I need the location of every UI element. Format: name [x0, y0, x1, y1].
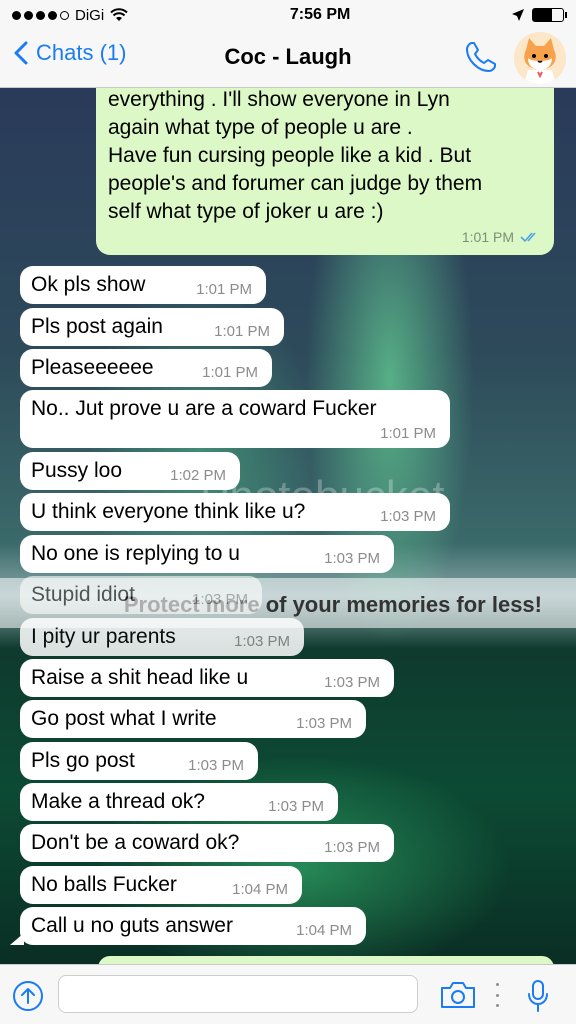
incoming-message[interactable]: Raise a shit head like u 1:03 PM	[20, 659, 394, 697]
message-line: again what type of people u are .	[108, 116, 413, 139]
outgoing-message[interactable]: everything . I'll show everyone in Lyn a…	[96, 88, 554, 255]
status-bar: DiGi 7:56 PM	[0, 0, 576, 30]
message-text: Pussy loo	[31, 459, 123, 482]
message-line: everything . I'll show everyone in Lyn	[108, 88, 450, 111]
cat-avatar-icon	[514, 32, 566, 84]
message-text: I pity ur parents	[31, 625, 176, 648]
message-meta: 1:01 PM	[462, 223, 540, 251]
battery-icon	[531, 8, 567, 22]
incoming-message[interactable]: U think everyone think like u? 1:03 PM	[20, 493, 450, 531]
outgoing-message-partial[interactable]	[98, 956, 554, 964]
message-time: 1:03 PM	[324, 839, 380, 856]
message-text: Pleaseeeeee	[31, 356, 154, 379]
message-time: 1:03 PM	[380, 508, 436, 525]
incoming-message[interactable]: Pls post again 1:01 PM	[20, 308, 284, 346]
message-text: No balls Fucker	[31, 873, 177, 896]
incoming-message[interactable]: Pleaseeeeee 1:01 PM	[20, 349, 272, 387]
back-label: Chats (1)	[36, 40, 127, 65]
message-line: people's and forumer can judge by them	[108, 172, 483, 195]
incoming-message[interactable]: Stupid idiot 1:03 PM	[20, 576, 262, 614]
camera-icon[interactable]	[440, 981, 476, 1009]
message-input[interactable]	[58, 975, 418, 1013]
message-time: 1:01 PM	[380, 425, 436, 442]
status-right	[511, 8, 567, 22]
incoming-message[interactable]: No one is replying to u 1:03 PM	[20, 535, 394, 573]
carrier-name: DiGi	[75, 6, 105, 24]
message-text: U think everyone think like u?	[31, 500, 306, 523]
message-text: Make a thread ok?	[31, 790, 205, 813]
message-time: 1:02 PM	[170, 467, 226, 484]
message-text: Stupid idiot	[31, 583, 135, 606]
message-text: Go post what I write	[31, 707, 217, 730]
read-ticks-icon	[520, 232, 536, 243]
battery-fill	[532, 9, 553, 21]
avatar[interactable]	[514, 32, 566, 84]
incoming-message[interactable]: Go post what I write 1:03 PM	[20, 700, 366, 738]
message-time: 1:01 PM	[461, 229, 514, 245]
back-chevron-icon	[14, 41, 28, 65]
message-text: Pls post again	[31, 315, 163, 338]
message-line: self what type of joker u are :)	[108, 200, 384, 223]
incoming-message[interactable]: Don't be a coward ok? 1:03 PM	[20, 824, 394, 862]
incoming-message[interactable]: Make a thread ok? 1:03 PM	[20, 783, 338, 821]
message-time: 1:03 PM	[296, 715, 352, 732]
nav-bar: Chats (1) Coc - Laugh	[0, 30, 576, 88]
message-time: 1:03 PM	[268, 798, 324, 815]
message-text: Ok pls show	[31, 273, 146, 296]
message-text: Pls go post	[31, 749, 135, 772]
message-time: 1:03 PM	[192, 591, 248, 608]
incoming-message[interactable]: Pls go post 1:03 PM	[20, 742, 258, 780]
message-text: Raise a shit head like u	[31, 666, 249, 689]
message-time: 1:01 PM	[196, 281, 252, 298]
message-time: 1:03 PM	[234, 633, 290, 650]
message-text: No.. Jut prove u are a coward Fucker	[31, 397, 377, 420]
microphone-icon[interactable]	[526, 979, 550, 1013]
input-bar	[0, 964, 576, 1024]
incoming-message[interactable]: Ok pls show 1:01 PM	[20, 266, 266, 304]
message-text: No one is replying to u	[31, 542, 240, 565]
message-time: 1:04 PM	[232, 881, 288, 898]
chat-area[interactable]: Photobucket everything . I'll show every…	[0, 88, 576, 964]
message-line: Have fun cursing people like a kid . But	[108, 144, 472, 167]
message-text: Don't be a coward ok?	[31, 831, 240, 854]
incoming-message[interactable]: Pussy loo 1:02 PM	[20, 452, 240, 490]
message-time: 1:04 PM	[296, 922, 352, 939]
more-icon[interactable]	[494, 983, 500, 1007]
incoming-message[interactable]: I pity ur parents 1:03 PM	[20, 618, 304, 656]
message-time: 1:03 PM	[324, 550, 380, 567]
clock: 7:56 PM	[289, 6, 351, 23]
back-button[interactable]: Chats (1)	[14, 40, 126, 66]
signal-icon	[12, 10, 69, 20]
incoming-message[interactable]: Call u no guts answer 1:04 PM	[10, 907, 366, 945]
message-time: 1:03 PM	[188, 757, 244, 774]
message-time: 1:03 PM	[324, 674, 380, 691]
wifi-icon	[110, 8, 128, 21]
incoming-message[interactable]: No balls Fucker 1:04 PM	[20, 866, 302, 904]
upload-icon[interactable]	[12, 980, 44, 1012]
location-arrow-icon	[511, 9, 524, 21]
message-time: 1:01 PM	[214, 323, 270, 340]
message-text: Call u no guts answer	[31, 914, 233, 937]
message-time: 1:01 PM	[202, 364, 258, 381]
phone-icon[interactable]	[464, 40, 498, 74]
incoming-message[interactable]: No.. Jut prove u are a coward Fucker 1:01…	[20, 390, 450, 448]
status-left: DiGi	[12, 7, 128, 24]
